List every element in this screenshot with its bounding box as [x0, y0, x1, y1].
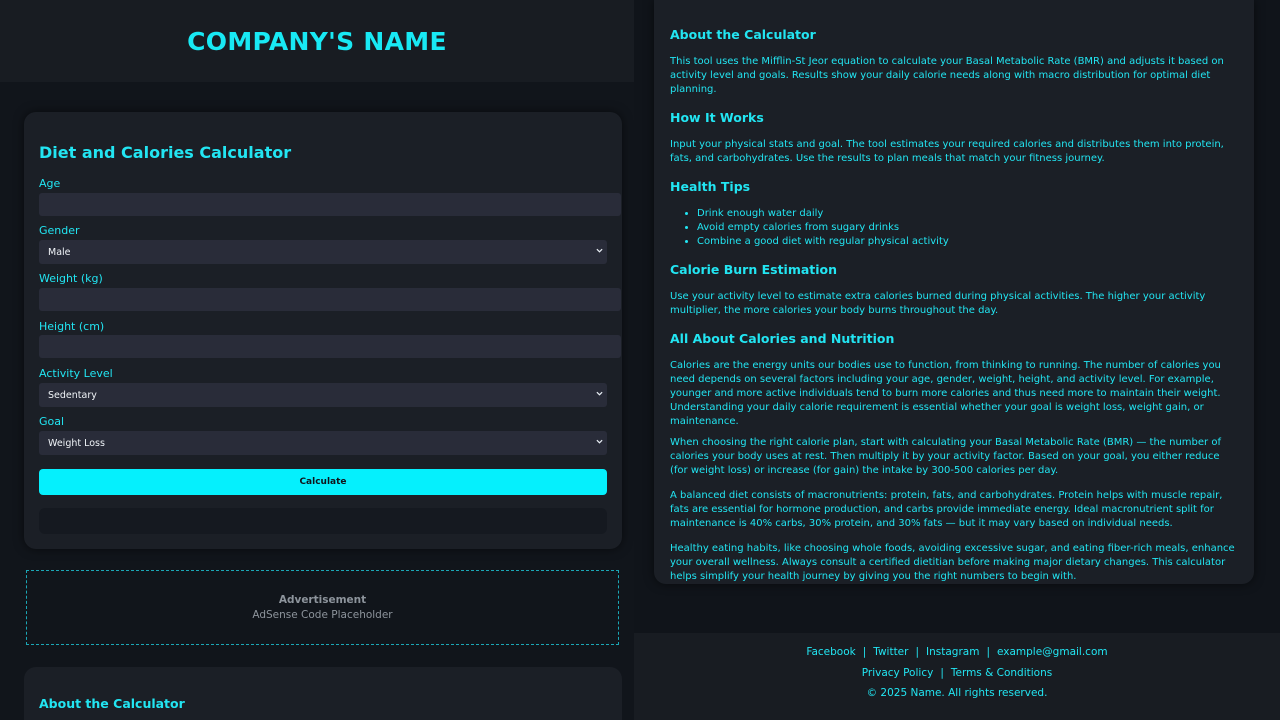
ad-code-placeholder: AdSense Code Placeholder — [252, 609, 393, 621]
footer-separator: | — [915, 646, 920, 658]
calorie-burn-text: Use your activity level to estimate extr… — [670, 291, 1206, 316]
goal-label: Goal — [39, 415, 65, 428]
gender-select-value: Male — [48, 246, 71, 258]
list-item: Drink enough water daily — [697, 207, 1240, 221]
health-tips-title: Health Tips — [670, 179, 751, 194]
footer-separator: | — [862, 646, 867, 658]
footer-separator: | — [986, 646, 990, 658]
how-it-works-title: How It Works — [670, 110, 764, 125]
list-item: Avoid empty calories from sugary drinks — [697, 221, 1240, 235]
nutrition-title: All About Calories and Nutrition — [670, 331, 895, 346]
calculate-button[interactable]: Calculate — [39, 469, 607, 495]
site-footer: Facebook | Twitter | Instagram | example@gmail… — [634, 633, 1280, 720]
twitter-link[interactable]: Twitter — [873, 646, 908, 658]
calculator-card: Diet and Calories Calculator Age Gender … — [24, 112, 622, 549]
how-it-works-text: Input your physical stats and goal. The … — [670, 139, 1224, 164]
gender-select[interactable]: Male — [39, 240, 607, 264]
activity-select-value: Sedentary — [48, 389, 97, 401]
nutrition-paragraph-3: A balanced diet consists of macronutrien… — [670, 490, 1223, 529]
weight-input[interactable] — [39, 288, 621, 311]
email-link[interactable]: example@gmail.com — [997, 646, 1108, 658]
nutrition-paragraph-1: Calories are the energy units our bodies… — [670, 360, 1221, 427]
chevron-down-icon — [596, 439, 603, 444]
age-label: Age — [39, 177, 61, 190]
calorie-burn-title: Calorie Burn Estimation — [670, 262, 838, 277]
privacy-policy-link[interactable]: Privacy Policy — [862, 667, 934, 679]
nutrition-paragraph-2: When choosing the right calorie plan, st… — [670, 437, 1221, 476]
about-text: This tool uses the Mifflin-St Jeor equat… — [670, 56, 1224, 95]
goal-select[interactable]: Weight Loss — [39, 431, 607, 455]
footer-separator: | — [940, 667, 944, 679]
activity-label: Activity Level — [39, 367, 113, 380]
chevron-down-icon — [596, 248, 603, 253]
footer-legal-row: Privacy Policy | Terms & Conditions — [634, 667, 1280, 679]
info-content: About the Calculator This tool uses the … — [670, 27, 1240, 584]
age-input[interactable] — [39, 193, 621, 216]
weight-label: Weight (kg) — [39, 272, 103, 285]
gender-label: Gender — [39, 224, 80, 237]
goal-select-value: Weight Loss — [48, 437, 105, 449]
left-panel: COMPANY'S NAME Diet and Calories Calcula… — [0, 0, 634, 720]
site-header: COMPANY'S NAME — [0, 0, 634, 82]
about-card-left: About the Calculator — [24, 667, 622, 720]
result-box — [39, 508, 607, 534]
footer-social-row: Facebook | Twitter | Instagram | example@gmail… — [634, 646, 1280, 658]
height-label: Height (cm) — [39, 320, 105, 333]
instagram-link[interactable]: Instagram — [926, 646, 979, 658]
terms-link[interactable]: Terms & Conditions — [951, 667, 1052, 679]
copyright: © 2025 Name. All rights reserved. — [866, 687, 1048, 699]
about-title: About the Calculator — [670, 27, 816, 42]
company-name: COMPANY'S NAME — [187, 26, 447, 56]
facebook-link[interactable]: Facebook — [806, 646, 855, 658]
info-card: About the Calculator This tool uses the … — [654, 0, 1254, 584]
about-title-left: About the Calculator — [39, 696, 185, 711]
height-input[interactable] — [39, 335, 621, 358]
calculator-title: Diet and Calories Calculator — [39, 143, 292, 162]
list-item: Combine a good diet with regular physica… — [697, 235, 1240, 249]
chevron-down-icon — [596, 391, 603, 396]
activity-select[interactable]: Sedentary — [39, 383, 607, 407]
health-tips-list: Drink enough water daily Avoid empty cal… — [670, 207, 1240, 249]
ad-placeholder: Advertisement AdSense Code Placeholder — [26, 570, 619, 645]
nutrition-paragraph-4: Healthy eating habits, like choosing who… — [670, 543, 1235, 582]
ad-title: Advertisement — [278, 594, 367, 606]
